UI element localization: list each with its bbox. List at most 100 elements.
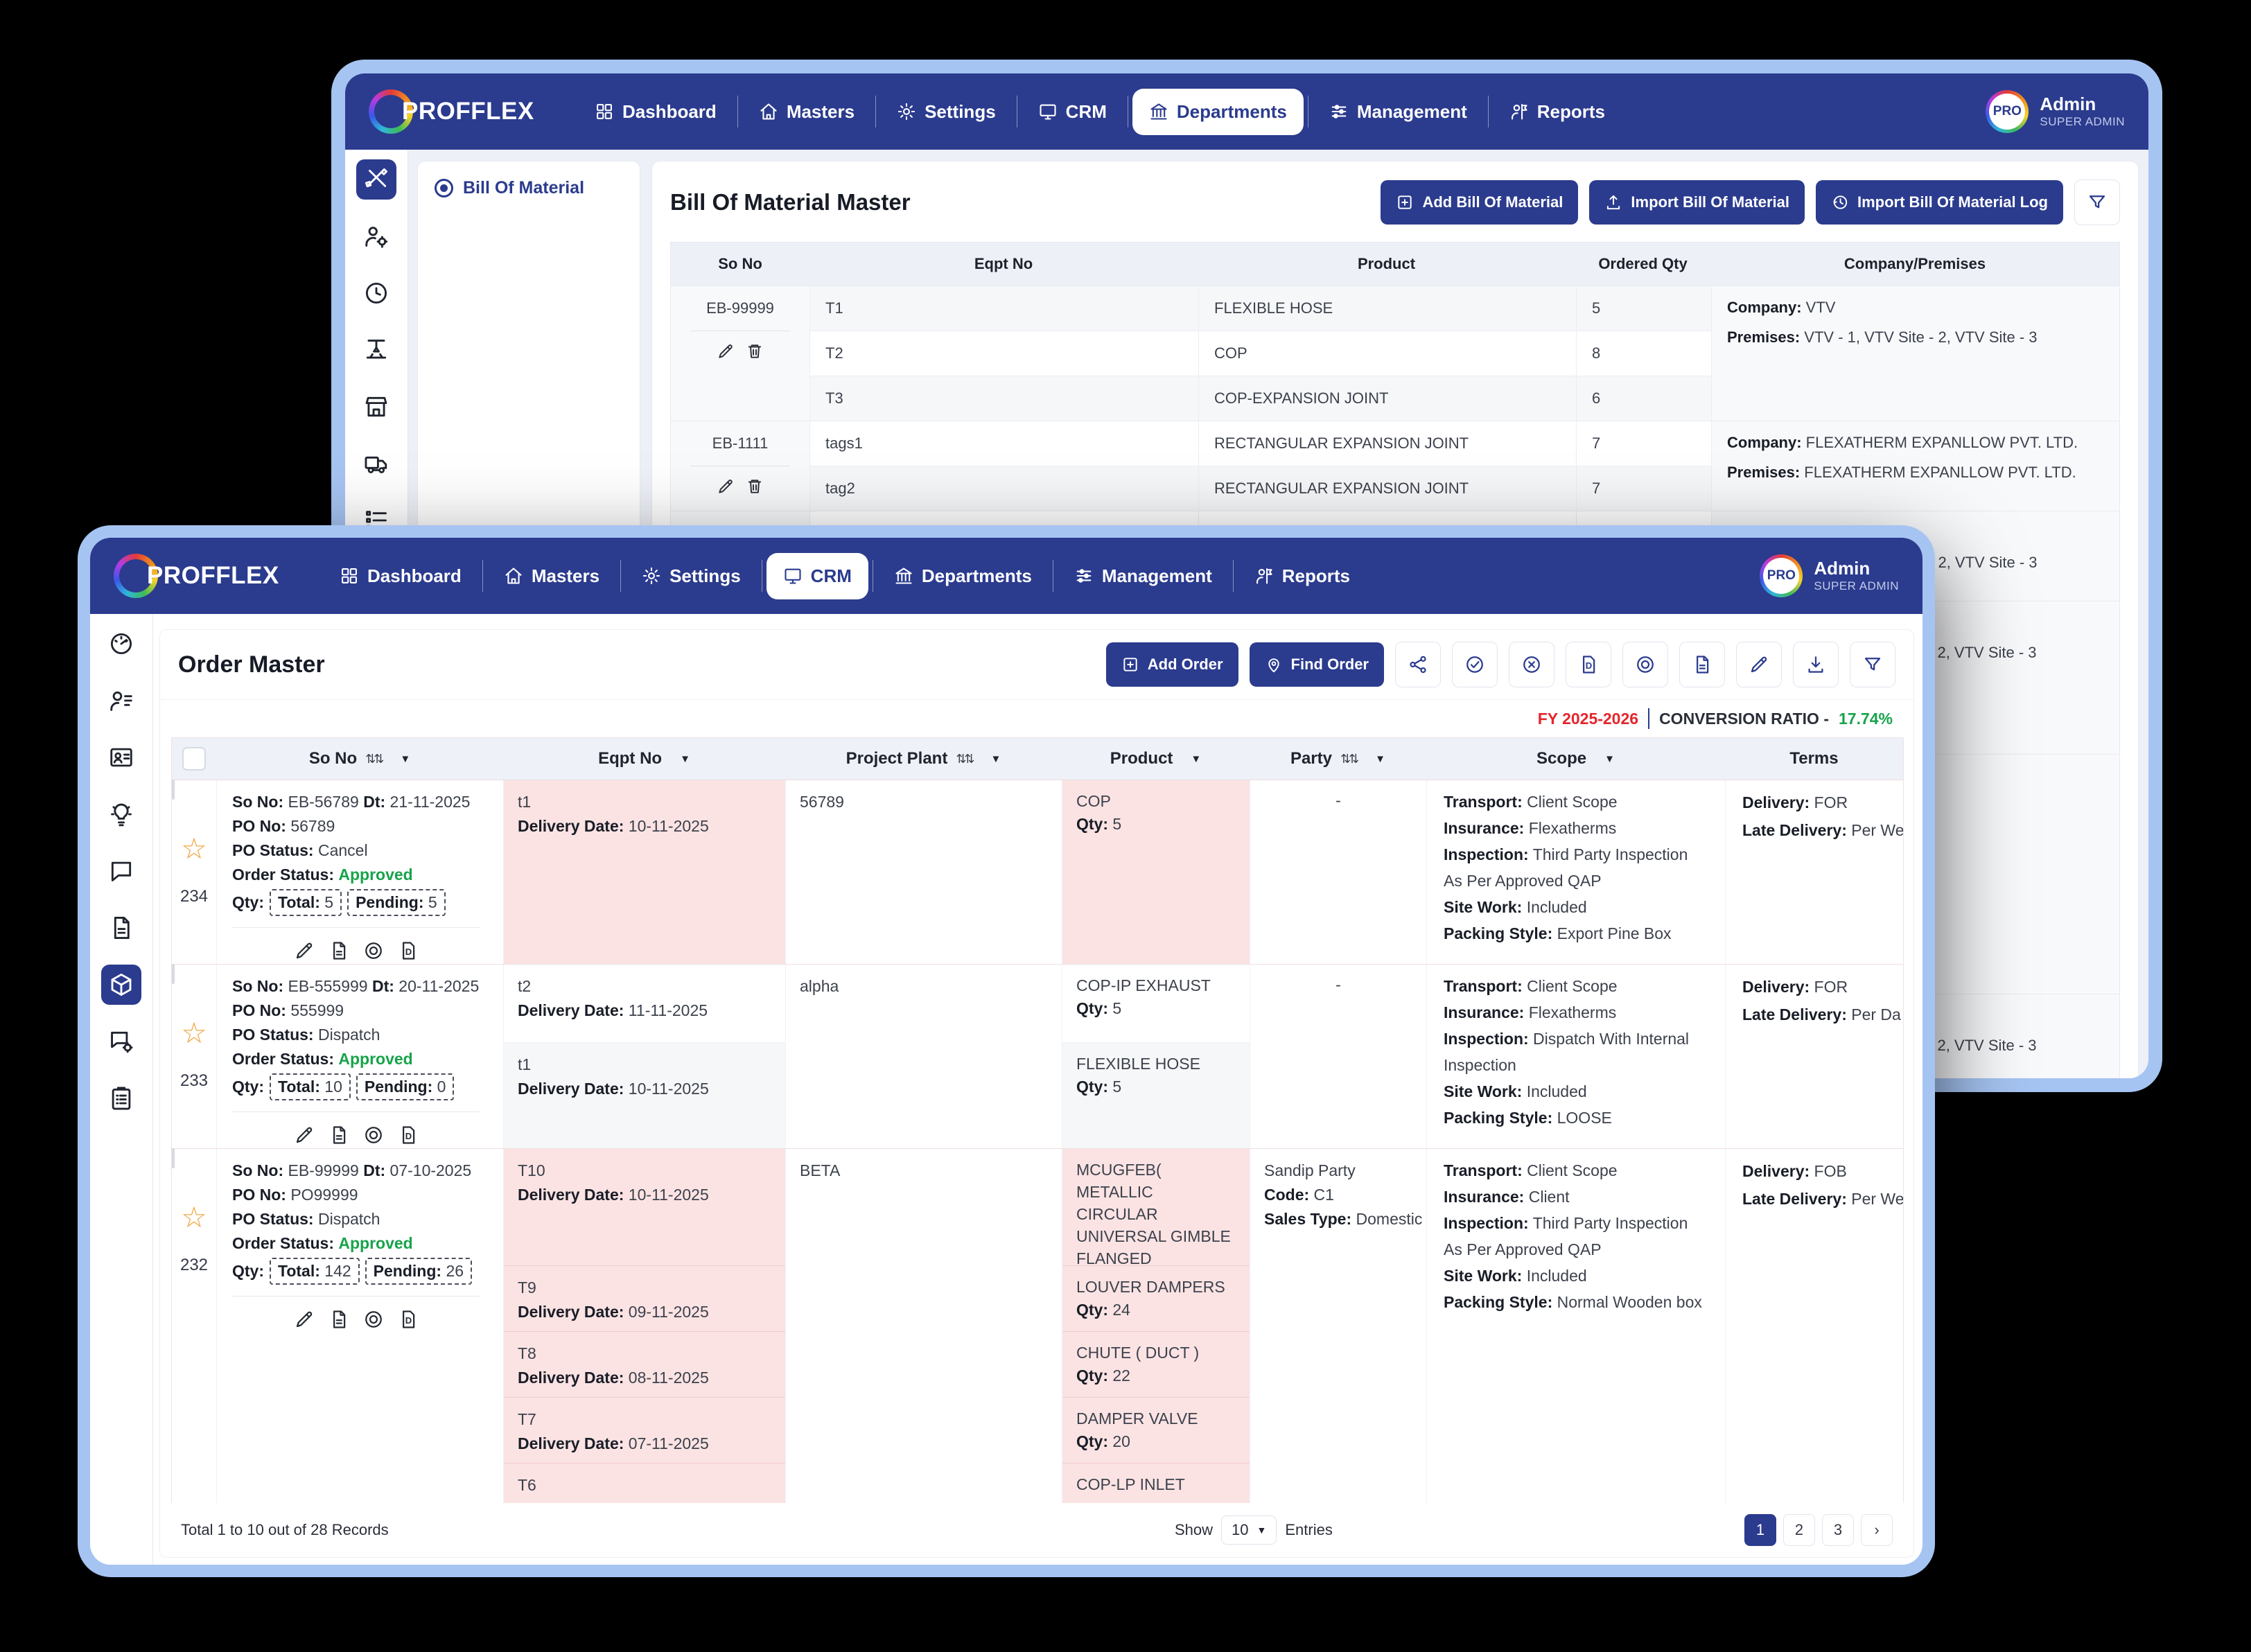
doc-d-icon: D xyxy=(398,940,419,961)
nav-item-crm[interactable]: CRM xyxy=(1022,89,1123,135)
sidebar-item-cnc[interactable] xyxy=(356,330,396,370)
pencil-action[interactable] xyxy=(294,1309,315,1334)
row-checkbox[interactable] xyxy=(172,965,175,984)
dropdown-icon[interactable]: ▼ xyxy=(991,753,1001,765)
sidebar-item-box3d[interactable] xyxy=(101,965,141,1005)
next-page-button[interactable]: › xyxy=(1861,1514,1893,1546)
star-icon[interactable]: ☆ xyxy=(181,1203,207,1232)
order-row-232: ☆ 232 So No: EB-99999 Dt: 07-10-2025 PO … xyxy=(172,1149,1903,1506)
x-circle-button[interactable] xyxy=(1509,642,1554,687)
column-header-party[interactable]: Party⇅⇅▼ xyxy=(1250,749,1426,768)
dropdown-icon[interactable]: ▼ xyxy=(680,753,690,765)
nav-item-reports[interactable]: Reports xyxy=(1238,553,1367,599)
nav-item-settings[interactable]: Settings xyxy=(625,553,757,599)
x-circle-icon xyxy=(1521,654,1542,675)
nav-item-settings[interactable]: Settings xyxy=(880,89,1013,135)
filter-icon xyxy=(1862,654,1883,675)
sidebar-item-truck[interactable] xyxy=(356,443,396,484)
sidebar-item-tools[interactable] xyxy=(356,159,396,200)
check-circle-icon xyxy=(1464,654,1485,675)
sidebar-item-doc[interactable] xyxy=(101,908,141,948)
doc-button[interactable] xyxy=(1679,642,1725,687)
doc-icon xyxy=(329,940,349,961)
target-action[interactable] xyxy=(363,1309,384,1334)
pencil-action[interactable] xyxy=(294,1125,315,1149)
dropdown-icon[interactable]: ▼ xyxy=(1191,753,1201,765)
dropdown-icon[interactable]: ▼ xyxy=(1375,753,1385,765)
select-all-checkbox[interactable] xyxy=(182,747,206,771)
nav-item-departments[interactable]: Departments xyxy=(877,553,1049,599)
import-bill-of-material-log-button[interactable]: Import Bill Of Material Log xyxy=(1816,180,2063,225)
doc-action[interactable] xyxy=(329,1309,349,1334)
target-action[interactable] xyxy=(363,1125,384,1149)
nav-item-masters[interactable]: Masters xyxy=(487,553,616,599)
sidebar-item-clock[interactable] xyxy=(356,273,396,313)
download-button[interactable] xyxy=(1793,642,1839,687)
doc-action[interactable] xyxy=(329,940,349,965)
page-button-2[interactable]: 2 xyxy=(1783,1514,1815,1546)
sidebar-item-store[interactable] xyxy=(356,387,396,427)
pencil-action[interactable] xyxy=(717,477,735,500)
column-header-product[interactable]: Product▼ xyxy=(1062,749,1250,768)
doc-d-action[interactable]: D xyxy=(398,1309,419,1334)
check-circle-button[interactable] xyxy=(1452,642,1498,687)
nav-item-departments[interactable]: Departments xyxy=(1132,89,1304,135)
nav-item-reports[interactable]: Reports xyxy=(1493,89,1622,135)
find-order-button[interactable]: Find Order xyxy=(1250,642,1384,687)
dropdown-icon[interactable]: ▼ xyxy=(400,753,410,765)
nav-item-management[interactable]: Management xyxy=(1313,89,1484,135)
trash-icon xyxy=(746,342,764,360)
page-button-1[interactable]: 1 xyxy=(1744,1514,1776,1546)
pencil-action[interactable] xyxy=(294,940,315,965)
doc-d-action[interactable]: D xyxy=(398,940,419,965)
sidebar-item-clipboard[interactable] xyxy=(101,1078,141,1118)
pencil-icon xyxy=(1749,654,1769,675)
nav-item-management[interactable]: Management xyxy=(1058,553,1229,599)
import-bill-of-material-button[interactable]: Import Bill Of Material xyxy=(1589,180,1805,225)
trash-action[interactable] xyxy=(746,477,764,500)
doc-d-action[interactable]: D xyxy=(398,1125,419,1149)
share-button[interactable] xyxy=(1395,642,1441,687)
column-header-project-plant[interactable]: Project Plant⇅⇅▼ xyxy=(785,749,1062,768)
pencil-button[interactable] xyxy=(1736,642,1782,687)
bill-of-material-radio[interactable]: Bill Of Material xyxy=(435,178,623,198)
column-header-scope[interactable]: Scope▼ xyxy=(1426,749,1725,768)
page-button-3[interactable]: 3 xyxy=(1822,1514,1854,1546)
target-action[interactable] xyxy=(363,940,384,965)
fy-row: FY 2025-2026 CONVERSION RATIO - 17.74% xyxy=(160,700,1913,735)
sidebar-item-chat-gear[interactable] xyxy=(101,1021,141,1062)
sidebar-item-user-list[interactable] xyxy=(101,680,141,721)
star-icon[interactable]: ☆ xyxy=(181,1019,207,1048)
nav-item-masters[interactable]: Masters xyxy=(742,89,871,135)
doc-d-button[interactable]: D xyxy=(1566,642,1611,687)
sidebar-item-contact-card[interactable] xyxy=(101,737,141,777)
row-checkbox[interactable] xyxy=(172,1149,175,1168)
trash-action[interactable] xyxy=(746,342,764,364)
filter-button[interactable] xyxy=(2074,179,2120,225)
sidebar-item-user-gear[interactable] xyxy=(356,216,396,256)
sidebar-item-speedometer[interactable] xyxy=(101,624,141,664)
row-checkbox[interactable] xyxy=(172,780,175,800)
star-icon[interactable]: ☆ xyxy=(181,834,207,863)
column-header-so-no[interactable]: So No⇅⇅▼ xyxy=(216,749,503,768)
column-header-eqpt-no[interactable]: Eqpt No▼ xyxy=(503,749,785,768)
page-size-select[interactable]: 10 ▼ xyxy=(1221,1515,1277,1545)
add-order-button[interactable]: Add Order xyxy=(1106,642,1238,687)
sidebar-item-bulb[interactable] xyxy=(101,794,141,834)
dropdown-icon[interactable]: ▼ xyxy=(1604,753,1615,765)
clipboard-icon xyxy=(108,1085,134,1111)
nav-item-dashboard[interactable]: Dashboard xyxy=(578,89,733,135)
user-menu[interactable]: PRO Admin SUPER ADMIN xyxy=(1986,90,2125,133)
target-button[interactable] xyxy=(1622,642,1668,687)
column-header-terms[interactable]: Terms xyxy=(1725,749,1903,768)
filter-button[interactable] xyxy=(1850,642,1895,687)
bom-item-row: tag2 RECTANGULAR EXPANSION JOINT 7 xyxy=(810,466,1711,511)
sidebar-item-chat[interactable] xyxy=(101,851,141,891)
user-menu[interactable]: PRO Admin SUPER ADMIN xyxy=(1760,554,1899,597)
nav-item-crm[interactable]: CRM xyxy=(767,553,868,599)
add-bill-of-material-button[interactable]: Add Bill Of Material xyxy=(1381,180,1578,225)
doc-action[interactable] xyxy=(329,1125,349,1149)
pencil-action[interactable] xyxy=(717,342,735,364)
nav-item-dashboard[interactable]: Dashboard xyxy=(323,553,478,599)
target-icon xyxy=(1635,654,1656,675)
